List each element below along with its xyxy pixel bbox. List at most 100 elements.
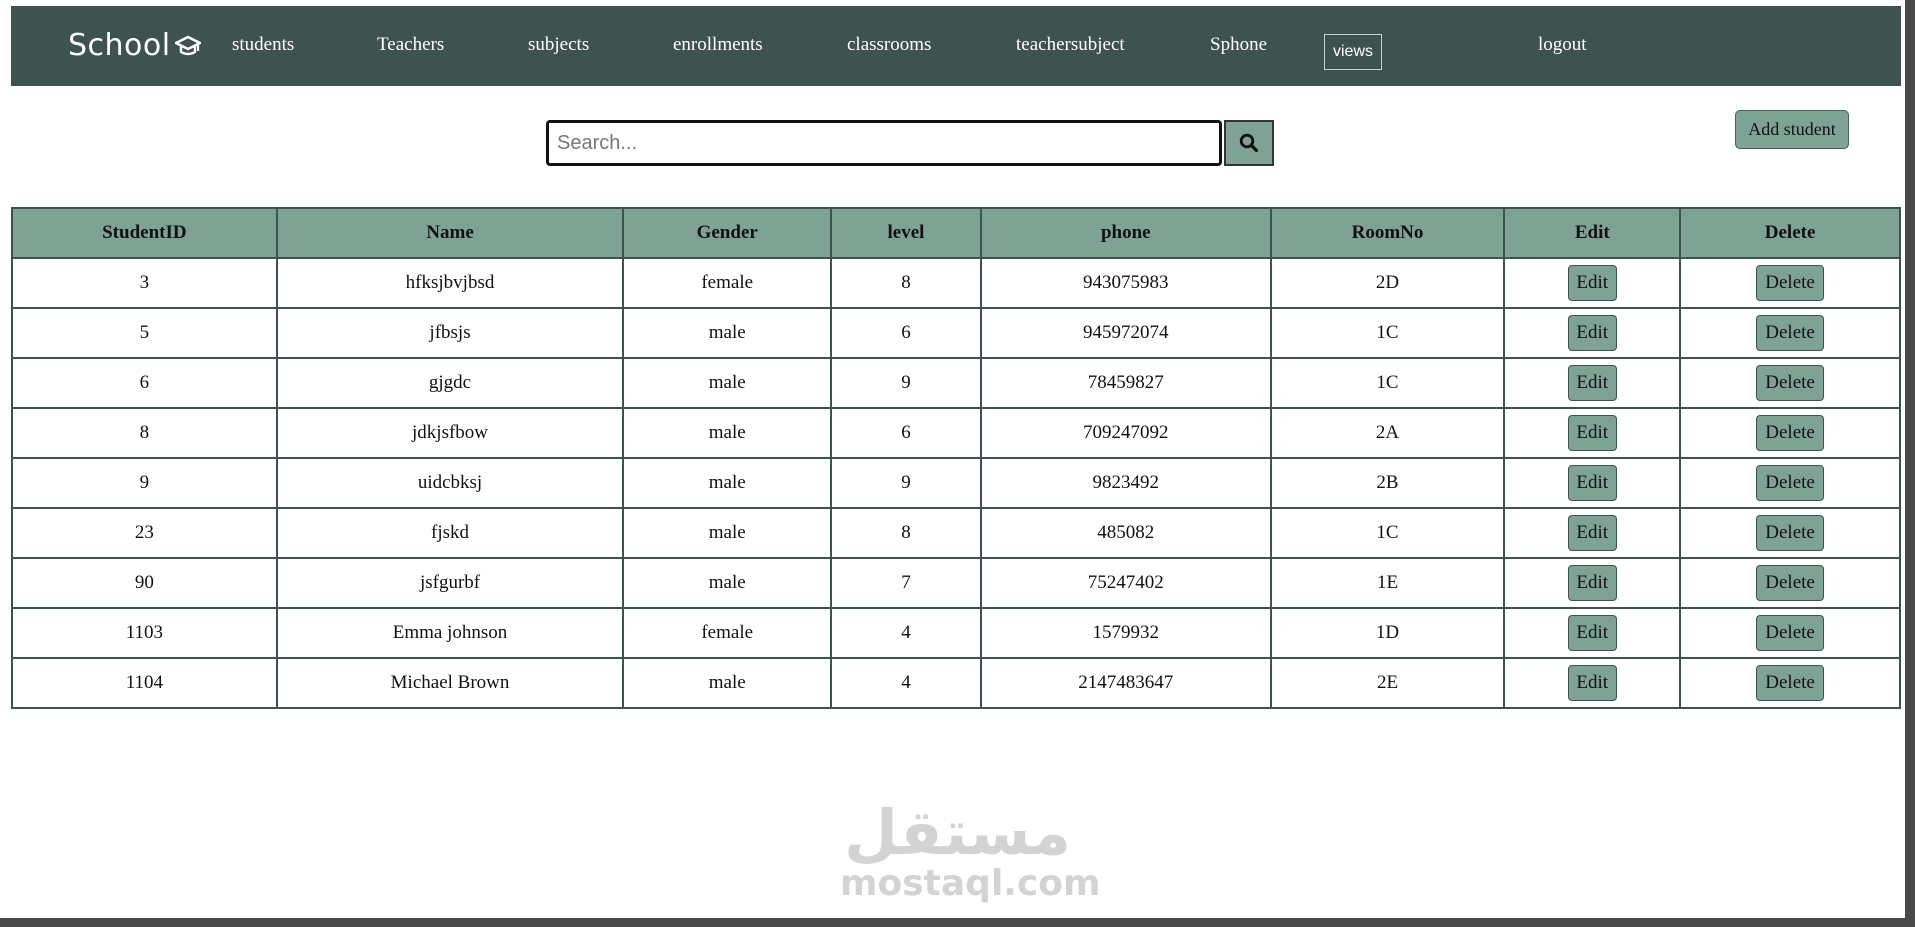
logout-link[interactable]: logout bbox=[1538, 34, 1587, 56]
edit-cell: Edit bbox=[1503, 407, 1682, 459]
table-row: 8 jdkjsfbow male 6 709247092 2A Edit Delete bbox=[11, 407, 1901, 459]
watermark-latin: mostaql.com bbox=[840, 863, 1101, 904]
students-table: StudentID Name Gender level phone RoomNo… bbox=[11, 207, 1901, 709]
name-cell: jsfgurbf bbox=[275, 557, 625, 609]
delete-cell: Delete bbox=[1679, 657, 1901, 709]
delete-button[interactable]: Delete bbox=[1756, 265, 1825, 301]
room-no-cell: 2D bbox=[1269, 257, 1506, 309]
room-no-cell: 2A bbox=[1269, 407, 1506, 459]
header-edit: Edit bbox=[1503, 207, 1682, 259]
edit-button[interactable]: Edit bbox=[1567, 315, 1617, 351]
student-id-cell: 8 bbox=[11, 407, 278, 459]
edit-button[interactable]: Edit bbox=[1567, 415, 1617, 451]
nav-link-subjects[interactable]: subjects bbox=[528, 34, 589, 56]
gender-cell: male bbox=[622, 357, 833, 409]
level-cell: 8 bbox=[830, 507, 982, 559]
room-no-cell: 2B bbox=[1269, 457, 1506, 509]
student-id-cell: 9 bbox=[11, 457, 278, 509]
name-cell: Michael Brown bbox=[275, 657, 625, 709]
header-level: level bbox=[830, 207, 982, 259]
gender-cell: male bbox=[622, 407, 833, 459]
phone-cell: 78459827 bbox=[979, 357, 1272, 409]
gender-cell: male bbox=[622, 557, 833, 609]
edit-cell: Edit bbox=[1503, 457, 1682, 509]
room-no-cell: 1C bbox=[1269, 507, 1506, 559]
name-cell: hfksjbvjbsd bbox=[275, 257, 625, 309]
delete-cell: Delete bbox=[1679, 507, 1901, 559]
delete-button[interactable]: Delete bbox=[1756, 365, 1825, 401]
phone-cell: 709247092 bbox=[979, 407, 1272, 459]
nav-link-sphone[interactable]: Sphone bbox=[1210, 34, 1267, 56]
views-button[interactable]: views bbox=[1324, 34, 1382, 70]
gender-cell: male bbox=[622, 307, 833, 359]
delete-cell: Delete bbox=[1679, 457, 1901, 509]
student-id-cell: 5 bbox=[11, 307, 278, 359]
edit-button[interactable]: Edit bbox=[1567, 615, 1617, 651]
edit-cell: Edit bbox=[1503, 307, 1682, 359]
nav-link-teachersubject[interactable]: teachersubject bbox=[1016, 34, 1125, 56]
search-input[interactable] bbox=[546, 120, 1222, 166]
header-phone: phone bbox=[979, 207, 1272, 259]
phone-cell: 1579932 bbox=[979, 607, 1272, 659]
delete-button[interactable]: Delete bbox=[1756, 565, 1825, 601]
delete-cell: Delete bbox=[1679, 307, 1901, 359]
nav-link-enrollments[interactable]: enrollments bbox=[673, 34, 763, 56]
name-cell: jdkjsfbow bbox=[275, 407, 625, 459]
student-id-cell: 6 bbox=[11, 357, 278, 409]
table-row: 1104 Michael Brown male 4 2147483647 2E Edit De… bbox=[11, 657, 1901, 709]
edit-cell: Edit bbox=[1503, 357, 1682, 409]
edit-cell: Edit bbox=[1503, 507, 1682, 559]
table-row: 23 fjskd male 8 485082 1C Edit Delete bbox=[11, 507, 1901, 559]
page: School students Teachers subjects enroll… bbox=[0, 0, 1905, 918]
name-cell: gjgdc bbox=[275, 357, 625, 409]
header-name: Name bbox=[275, 207, 625, 259]
gender-cell: female bbox=[622, 607, 833, 659]
edit-button[interactable]: Edit bbox=[1567, 465, 1617, 501]
student-id-cell: 3 bbox=[11, 257, 278, 309]
nav-link-classrooms[interactable]: classrooms bbox=[847, 34, 931, 56]
gender-cell: male bbox=[622, 457, 833, 509]
edit-button[interactable]: Edit bbox=[1567, 265, 1617, 301]
edit-button[interactable]: Edit bbox=[1567, 665, 1617, 701]
navbar: School students Teachers subjects enroll… bbox=[11, 6, 1901, 86]
graduation-cap-icon bbox=[174, 35, 201, 55]
search-button[interactable] bbox=[1224, 120, 1274, 166]
search-bar bbox=[546, 120, 1274, 166]
student-id-cell: 1103 bbox=[11, 607, 278, 659]
edit-button[interactable]: Edit bbox=[1567, 565, 1617, 601]
watermark-logo: مستقل mostaql.com bbox=[840, 800, 1101, 904]
table-row: 3 hfksjbvjbsd female 8 943075983 2D Edit Delete bbox=[11, 257, 1901, 309]
school-logo[interactable]: School bbox=[68, 28, 201, 63]
edit-cell: Edit bbox=[1503, 257, 1682, 309]
edit-button[interactable]: Edit bbox=[1567, 515, 1617, 551]
gender-cell: male bbox=[622, 507, 833, 559]
delete-button[interactable]: Delete bbox=[1756, 315, 1825, 351]
level-cell: 7 bbox=[830, 557, 982, 609]
level-cell: 4 bbox=[830, 607, 982, 659]
nav-link-students[interactable]: students bbox=[232, 34, 294, 56]
level-cell: 6 bbox=[830, 307, 982, 359]
student-id-cell: 23 bbox=[11, 507, 278, 559]
delete-button[interactable]: Delete bbox=[1756, 415, 1825, 451]
delete-cell: Delete bbox=[1679, 607, 1901, 659]
delete-button[interactable]: Delete bbox=[1756, 615, 1825, 651]
phone-cell: 945972074 bbox=[979, 307, 1272, 359]
delete-button[interactable]: Delete bbox=[1756, 515, 1825, 551]
nav-link-teachers[interactable]: Teachers bbox=[377, 34, 444, 56]
edit-cell: Edit bbox=[1503, 557, 1682, 609]
edit-button[interactable]: Edit bbox=[1567, 365, 1617, 401]
edit-cell: Edit bbox=[1503, 657, 1682, 709]
table-row: 5 jfbsjs male 6 945972074 1C Edit Delete bbox=[11, 307, 1901, 359]
add-student-button[interactable]: Add student bbox=[1735, 110, 1849, 149]
header-student-id: StudentID bbox=[11, 207, 278, 259]
phone-cell: 9823492 bbox=[979, 457, 1272, 509]
gender-cell: female bbox=[622, 257, 833, 309]
delete-button[interactable]: Delete bbox=[1756, 465, 1825, 501]
level-cell: 6 bbox=[830, 407, 982, 459]
delete-cell: Delete bbox=[1679, 557, 1901, 609]
table-row: 6 gjgdc male 9 78459827 1C Edit Delete bbox=[11, 357, 1901, 409]
delete-button[interactable]: Delete bbox=[1756, 665, 1825, 701]
table-row: 90 jsfgurbf male 7 75247402 1E Edit Delete bbox=[11, 557, 1901, 609]
student-id-cell: 1104 bbox=[11, 657, 278, 709]
table-row: 1103 Emma johnson female 4 1579932 1D Edit Dele… bbox=[11, 607, 1901, 659]
